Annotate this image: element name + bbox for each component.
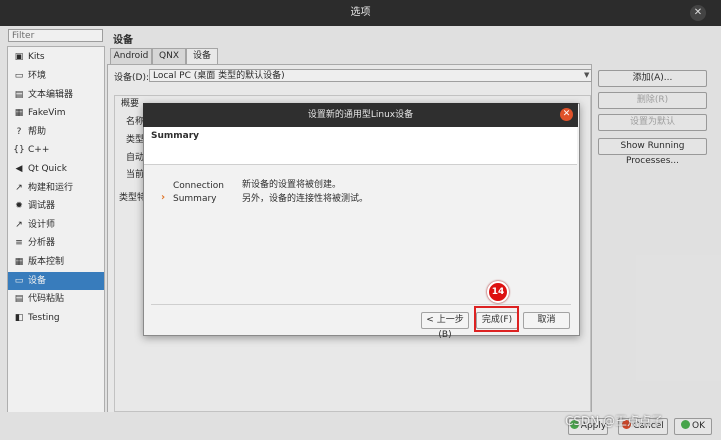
window-title: 选项: [0, 0, 721, 26]
current-step-arrow-icon: ›: [161, 192, 166, 203]
dialog-separator: [151, 304, 571, 305]
dialog-cancel-button[interactable]: 取消: [523, 312, 570, 329]
dialog-title: 设置新的通用型Linux设备: [143, 103, 578, 127]
back-button[interactable]: < 上一步(B): [421, 312, 469, 340]
summary-text-line: 新设备的设置将被创建。: [242, 180, 342, 190]
summary-text-line: 另外，设备的连接性将被测试。: [242, 194, 369, 204]
dialog-header-title: Summary: [151, 131, 200, 141]
dialog-header: [144, 127, 577, 165]
wizard-step-summary: Summary: [173, 194, 217, 204]
dialog-close-icon[interactable]: ✕: [560, 108, 573, 121]
step-badge: 14: [487, 281, 509, 303]
window-close-icon[interactable]: ✕: [690, 5, 706, 21]
wizard-step-connection: Connection: [173, 181, 224, 191]
highlight-box: [474, 306, 519, 332]
